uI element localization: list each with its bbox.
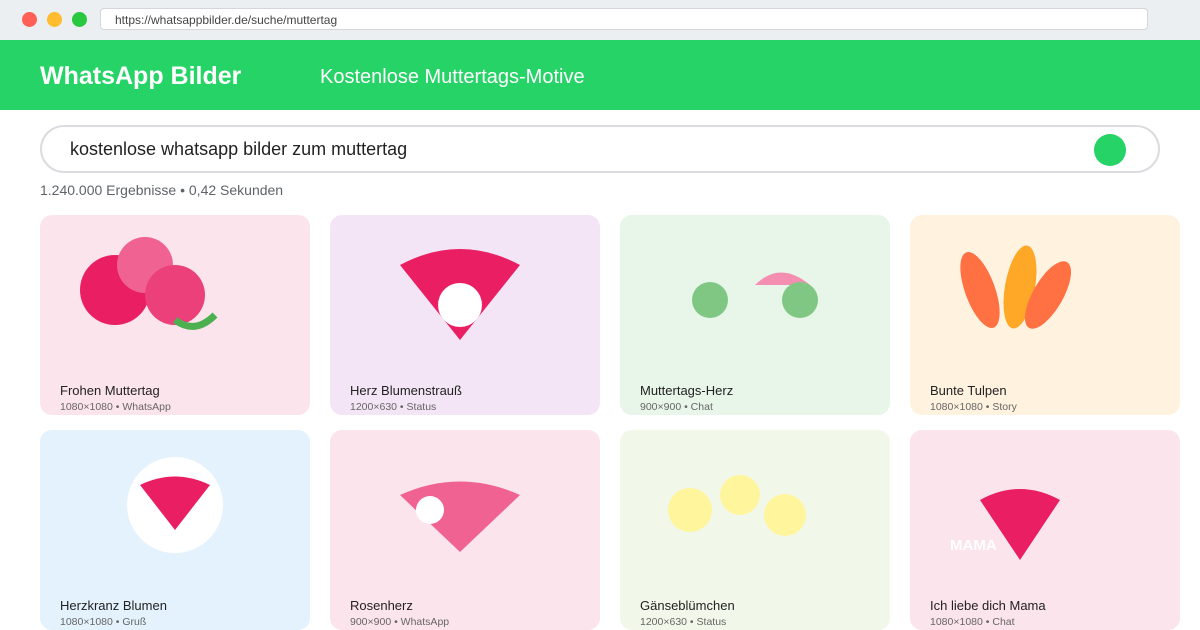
window-maximize-button[interactable] xyxy=(72,12,87,27)
card-meta: 1080×1080 • WhatsApp xyxy=(60,401,171,413)
window-close-button[interactable] xyxy=(22,12,37,27)
image-card[interactable]: Rosenherz 900×900 • WhatsApp xyxy=(330,430,600,630)
image-card[interactable]: Bunte Tulpen 1080×1080 • Story xyxy=(910,215,1180,415)
image-overlay-text: MAMA xyxy=(950,537,997,554)
card-title: Rosenherz xyxy=(350,598,413,613)
site-tagline: Kostenlose Muttertags-Motive xyxy=(320,66,585,88)
card-meta: 1080×1080 • Chat xyxy=(930,616,1015,628)
image-card[interactable]: Herz Blumenstrauß 1200×630 • Status xyxy=(330,215,600,415)
card-title: Herz Blumenstrauß xyxy=(350,383,462,398)
card-title: Gänseblümchen xyxy=(640,598,735,613)
card-meta: 1080×1080 • Gruß xyxy=(60,616,147,628)
card-title: Frohen Muttertag xyxy=(60,383,160,398)
card-meta: 1200×630 • Status xyxy=(640,616,727,628)
image-card[interactable]: Herzkranz Blumen 1080×1080 • Gruß xyxy=(40,430,310,630)
results-count: 1.240.000 Ergebnisse • 0,42 Sekunden xyxy=(40,182,284,198)
search-button[interactable] xyxy=(1094,134,1126,166)
card-title: Herzkranz Blumen xyxy=(60,598,167,613)
card-meta: 900×900 • Chat xyxy=(640,401,713,413)
address-bar[interactable]: https://whatsappbilder.de/suche/mutterta… xyxy=(100,8,1148,30)
card-title: Muttertags-Herz xyxy=(640,383,734,398)
image-card[interactable]: MAMA Ich liebe dich Mama 1080×1080 • Cha… xyxy=(910,430,1180,630)
image-card[interactable]: Gänseblümchen 1200×630 • Status xyxy=(620,430,890,630)
site-logo[interactable]: WhatsApp Bilder xyxy=(40,40,241,110)
card-title: Bunte Tulpen xyxy=(930,383,1007,398)
image-card[interactable]: Muttertags-Herz 900×900 • Chat xyxy=(620,215,890,415)
window-minimize-button[interactable] xyxy=(47,12,62,27)
card-meta: 1080×1080 • Story xyxy=(930,401,1017,413)
search-input[interactable] xyxy=(70,127,1070,171)
card-title: Ich liebe dich Mama xyxy=(930,598,1046,613)
search-bar xyxy=(40,125,1160,173)
image-card[interactable]: Frohen Muttertag 1080×1080 • WhatsApp xyxy=(40,215,310,415)
card-meta: 1200×630 • Status xyxy=(350,401,437,413)
card-meta: 900×900 • WhatsApp xyxy=(350,616,450,628)
browser-chrome: https://whatsappbilder.de/suche/mutterta… xyxy=(0,0,1200,40)
site-header: WhatsApp Bilder Kostenlose Muttertags-Mo… xyxy=(0,40,1200,110)
